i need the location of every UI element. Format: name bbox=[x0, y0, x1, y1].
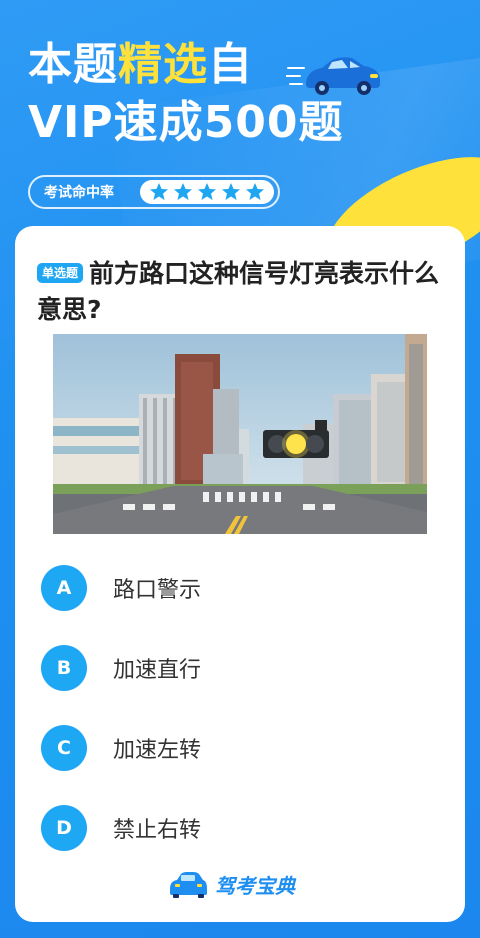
traffic-light-scene-image bbox=[53, 334, 427, 534]
star-icon bbox=[150, 183, 168, 200]
option-label: 加速左转 bbox=[113, 738, 202, 763]
star-icon bbox=[174, 183, 192, 200]
car-icon bbox=[286, 57, 380, 95]
headline-line-2: VIP速成500题 bbox=[28, 97, 344, 148]
answer-options: A 路口警示 B 加速直行 C 加速左转 D 禁止右转 bbox=[41, 548, 441, 868]
option-a[interactable]: A 路口警示 bbox=[41, 548, 441, 628]
option-label: 禁止右转 bbox=[113, 818, 202, 843]
hit-rate-badge: 考试命中率 bbox=[28, 175, 280, 209]
option-label: 加速直行 bbox=[113, 658, 202, 683]
question-body: 前方路口这种信号灯亮表示什么意思? bbox=[37, 259, 440, 324]
option-d[interactable]: D 禁止右转 bbox=[41, 788, 441, 868]
star-rating bbox=[140, 180, 274, 204]
star-icon bbox=[246, 183, 264, 200]
car-logo-icon bbox=[170, 871, 207, 898]
option-c[interactable]: C 加速左转 bbox=[41, 708, 441, 788]
headline-highlight: 精选 bbox=[118, 39, 208, 90]
single-choice-badge: 单选题 bbox=[37, 263, 84, 283]
option-letter-badge: A bbox=[41, 565, 87, 611]
headline-text-part: 本题 bbox=[28, 39, 118, 90]
promo-page: 本题精选自 VIP速成500题 考试命中率 单选题 前方路口这种信号灯亮表示什么意… bbox=[0, 0, 480, 938]
option-letter-badge: D bbox=[41, 805, 87, 851]
star-icon bbox=[198, 183, 216, 200]
option-label: 路口警示 bbox=[113, 578, 202, 603]
option-letter-badge: B bbox=[41, 645, 87, 691]
option-b[interactable]: B 加速直行 bbox=[41, 628, 441, 708]
hit-rate-label: 考试命中率 bbox=[44, 185, 114, 201]
brand-logo: 驾考宝典 bbox=[167, 870, 295, 899]
option-letter-badge: C bbox=[41, 725, 87, 771]
brand-name: 驾考宝典 bbox=[215, 874, 295, 898]
star-icon bbox=[222, 183, 240, 200]
question-card: 单选题 前方路口这种信号灯亮表示什么意思? A 路口警示 B 加速直行 C 加速… bbox=[15, 226, 465, 922]
question-text: 单选题 前方路口这种信号灯亮表示什么意思? bbox=[37, 256, 449, 328]
headline-text-part: 自 bbox=[208, 39, 253, 90]
